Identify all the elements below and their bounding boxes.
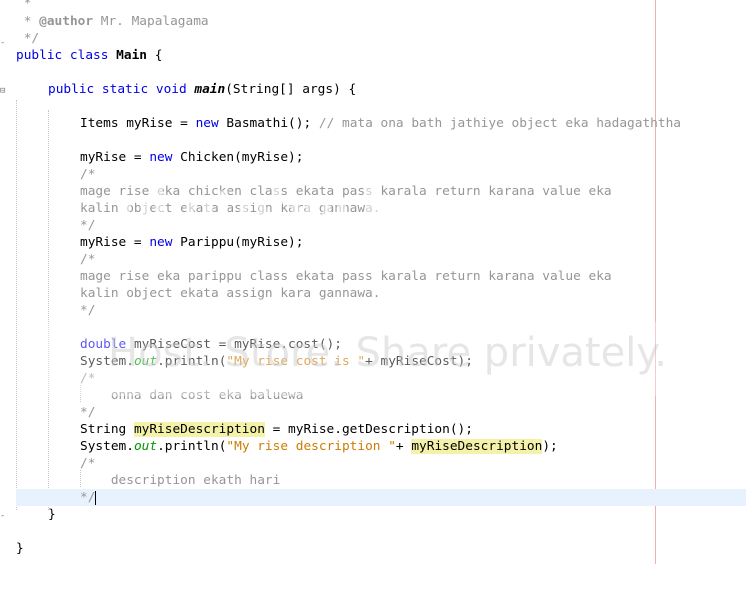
- code-line: myRise = new Chicken(myRise);: [0, 149, 746, 166]
- code-line: String myRiseDescription = myRise.getDes…: [0, 421, 746, 438]
- code-text: System.: [80, 439, 134, 454]
- comment: */: [80, 218, 96, 233]
- code-line: System.out.println("My rise description …: [0, 438, 746, 455]
- text-caret: [95, 490, 97, 505]
- code-line: description ekath hari: [0, 472, 746, 489]
- comment: // mata ona bath jathiye object eka hada…: [318, 116, 681, 131]
- code-text: .println(: [157, 439, 227, 454]
- code-line: /*: [0, 251, 746, 268]
- code-text: Items myRise =: [80, 116, 196, 131]
- code-line: public static void main(String[] args) {: [0, 81, 746, 98]
- code-line: */: [0, 217, 746, 234]
- code-line: mage rise eka chicken class ekata pass k…: [0, 183, 746, 200]
- current-code-line[interactable]: */: [16, 489, 746, 506]
- keyword: new: [149, 150, 173, 165]
- comment: /*: [80, 167, 96, 182]
- closing-brace: }: [16, 541, 24, 556]
- code-text: {: [147, 48, 163, 63]
- comment: */: [16, 31, 40, 46]
- javadoc-text: Mr. Mapalagama: [93, 14, 209, 29]
- keyword: new: [149, 235, 173, 250]
- class-name: Main: [116, 48, 147, 63]
- code-editor[interactable]: - ⊟ - * * @author Mr. Mapalagama */ publ…: [0, 0, 746, 564]
- code-text: +: [395, 439, 412, 454]
- code-line: *: [0, 0, 746, 12]
- comment: */: [80, 490, 96, 505]
- comment: */: [80, 405, 96, 420]
- code-line: /*: [0, 166, 746, 183]
- code-line: * @author Mr. Mapalagama: [16, 14, 209, 29]
- keyword: public class: [16, 48, 117, 63]
- comment: mage rise eka parippu class ekata pass k…: [80, 269, 612, 284]
- comment: description ekath hari: [80, 473, 281, 488]
- code-text: String: [80, 422, 134, 437]
- code-line: */: [0, 302, 746, 319]
- code-line: kalin object ekata assign kara gannawa.: [0, 285, 746, 302]
- string-literal: "My rise description ": [226, 439, 396, 454]
- code-line: }: [0, 506, 746, 523]
- code-line: */: [0, 404, 746, 421]
- keyword: public static void: [48, 82, 195, 97]
- closing-brace: }: [48, 507, 56, 522]
- code-text: Chicken(myRise);: [172, 150, 304, 165]
- watermark-band: [25, 322, 710, 396]
- code-text: );: [542, 439, 558, 454]
- highlighted-variable[interactable]: myRiseDescription: [411, 439, 543, 454]
- code-line: Items myRise = new Basmathi(); // mata o…: [0, 115, 746, 132]
- code-text: myRise =: [80, 235, 150, 250]
- comment: kalin object ekata assign kara gannawa.: [80, 201, 381, 216]
- comment: */: [80, 303, 96, 318]
- comment: /*: [80, 252, 96, 267]
- code-text: = myRise.getDescription();: [264, 422, 473, 437]
- code-text: (String[] args) {: [225, 82, 357, 97]
- javadoc-tag: @author: [39, 14, 94, 29]
- code-line: */: [0, 30, 746, 47]
- code-text: Basmathi();: [218, 116, 319, 131]
- comment: mage rise eka chicken class ekata pass k…: [80, 184, 612, 199]
- keyword: new: [195, 116, 219, 131]
- comment: *: [16, 0, 32, 11]
- code-line: mage rise eka parippu class ekata pass k…: [0, 268, 746, 285]
- comment: /*: [80, 456, 96, 471]
- comment: kalin object ekata assign kara gannawa.: [80, 286, 381, 301]
- code-line: public class Main {: [0, 47, 746, 64]
- code-text: myRise =: [80, 150, 150, 165]
- code-line: /*: [0, 455, 746, 472]
- code-line: }: [0, 540, 746, 557]
- highlighted-variable[interactable]: myRiseDescription: [133, 422, 265, 437]
- method-name: main: [194, 82, 226, 97]
- static-field: out: [133, 439, 158, 454]
- code-text: Parippu(myRise);: [172, 235, 304, 250]
- code-line: myRise = new Parippu(myRise);: [0, 234, 746, 251]
- code-line: kalin object ekata assign kara gannawa.: [0, 200, 746, 217]
